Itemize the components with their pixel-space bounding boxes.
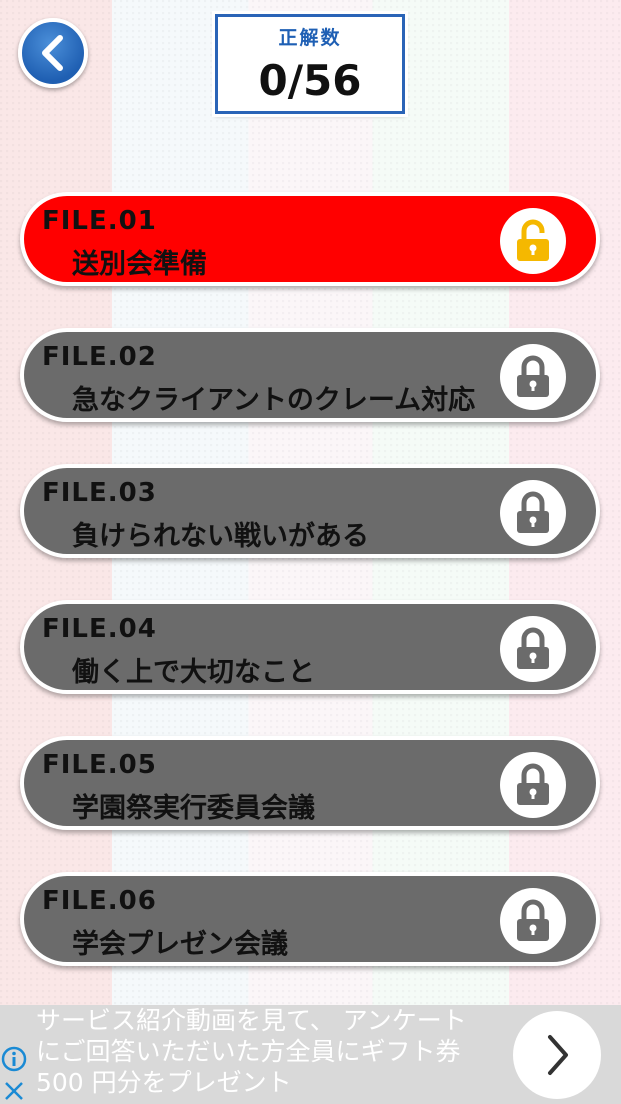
file-title: 送別会準備 — [72, 249, 207, 280]
chevron-left-icon — [42, 35, 63, 71]
file-item-04[interactable]: FILE.04 働く上で大切なこと — [20, 600, 600, 694]
file-number: FILE.06 — [42, 886, 157, 916]
file-item-03[interactable]: FILE.03 負けられない戦いがある — [20, 464, 600, 558]
file-number: FILE.03 — [42, 478, 157, 508]
chevron-right-icon — [548, 1035, 568, 1075]
file-item-01[interactable]: FILE.01 送別会準備 — [20, 192, 600, 286]
file-list: FILE.01 送別会準備 FILE.02 急なクライアントのクレーム対応 FI… — [20, 192, 600, 1008]
padlock-icon — [500, 752, 566, 818]
file-title: 学会プレゼン会議 — [72, 929, 288, 960]
file-number: FILE.02 — [42, 342, 157, 372]
back-button[interactable] — [18, 18, 88, 88]
padlock-icon — [500, 888, 566, 954]
file-number: FILE.01 — [42, 206, 157, 236]
score-value: 0/56 — [258, 56, 362, 105]
ad-line-2: にご回答いただいた方全員にギフト券 — [36, 1037, 461, 1066]
file-title: 働く上で大切なこと — [72, 657, 315, 688]
file-item-06[interactable]: FILE.06 学会プレゼン会議 — [20, 872, 600, 966]
file-number: FILE.04 — [42, 614, 157, 644]
file-number: FILE.05 — [42, 750, 157, 780]
ad-open-button[interactable] — [513, 1011, 601, 1099]
padlock-icon — [500, 344, 566, 410]
file-title: 学園祭実行委員会議 — [72, 793, 315, 824]
file-title: 急なクライアントのクレーム対応 — [72, 385, 476, 416]
ad-text[interactable]: サービス紹介動画を見て、 アンケート にご回答いただいた方全員にギフト券 500… — [36, 1005, 506, 1098]
score-panel: 正解数 0/56 — [215, 14, 405, 114]
padlock-icon — [500, 616, 566, 682]
info-icon[interactable] — [0, 1045, 28, 1073]
unlocked-padlock-icon — [500, 208, 566, 274]
file-item-02[interactable]: FILE.02 急なクライアントのクレーム対応 — [20, 328, 600, 422]
file-title: 負けられない戦いがある — [72, 521, 369, 552]
close-icon[interactable] — [0, 1077, 28, 1104]
ad-banner[interactable]: サービス紹介動画を見て、 アンケート にご回答いただいた方全員にギフト券 500… — [0, 1005, 621, 1104]
padlock-icon — [500, 480, 566, 546]
file-item-05[interactable]: FILE.05 学園祭実行委員会議 — [20, 736, 600, 830]
ad-line-1: サービス紹介動画を見て、 アンケート — [36, 1006, 467, 1035]
ad-line-3: 500 円分をプレゼント — [36, 1068, 292, 1097]
score-label: 正解数 — [278, 27, 342, 49]
